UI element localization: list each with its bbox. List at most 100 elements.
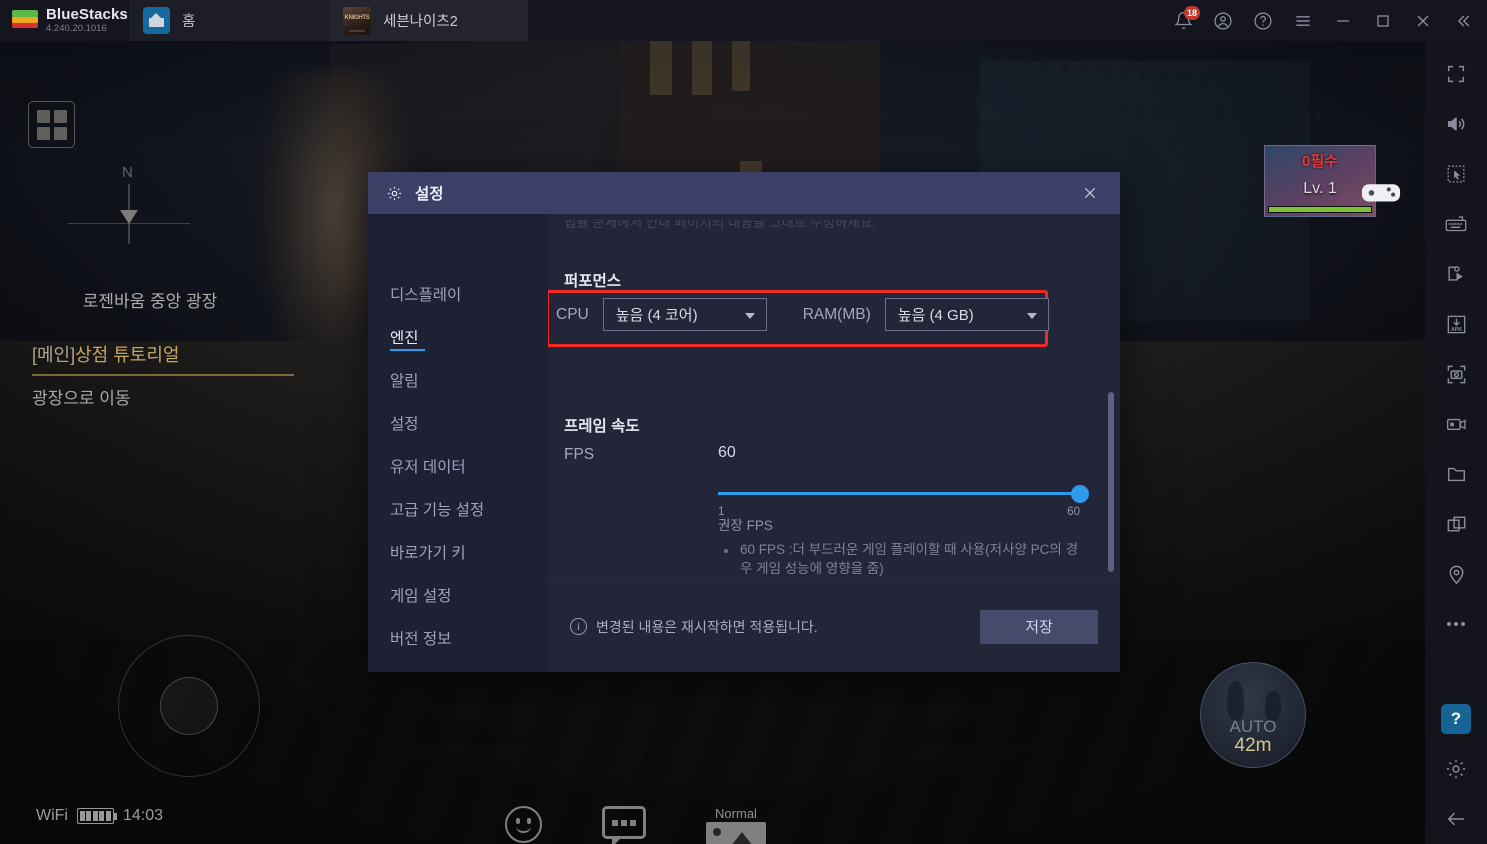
quest-tracker[interactable]: [메인]상점 튜토리얼 광장으로 이동 [32, 341, 294, 409]
tab-game-label: 세븐나이츠2 [383, 14, 458, 30]
location-name: 로젠바움 중앙 광장 [82, 292, 218, 311]
content-scrollbar[interactable] [1108, 392, 1114, 572]
ram-label: RAM(MB) [802, 305, 871, 323]
sidebar-item-label: 알림 [390, 372, 419, 390]
game-menu-grid-icon[interactable] [28, 101, 75, 148]
device-statusbar: WiFi 14:03 [36, 807, 163, 825]
dialog-body: 디스플레이 엔진 알림 설정 유저 데이터 고급 기능 설정 바로가기 키 게임… [368, 214, 1120, 672]
notification-badge: 18 [1184, 6, 1201, 20]
location-icon[interactable] [1425, 549, 1487, 599]
sidebar-item-preferences[interactable]: 설정 [368, 401, 548, 444]
fps-value: 60 [718, 444, 736, 461]
scrollbar-thumb[interactable] [1108, 392, 1114, 572]
recommended-fps-title: 권장 FPS [718, 518, 773, 533]
restart-notice: i 변경된 내용은 재시작하면 적용됩니다. [570, 617, 818, 637]
virtual-joystick-knob[interactable] [160, 677, 218, 735]
cpu-label: CPU [556, 305, 589, 323]
account-button[interactable] [1203, 0, 1243, 41]
settings-gear-icon[interactable] [1425, 744, 1487, 794]
portrait-hp-bar [1268, 206, 1372, 213]
restart-notice-text: 변경된 내용은 재시작하면 적용됩니다. [596, 618, 818, 635]
notifications-button[interactable]: 18 [1163, 0, 1203, 41]
filter-label: Normal [715, 806, 757, 821]
sidebar-item-label: 고급 기능 설정 [390, 501, 485, 519]
collapse-sidebar-button[interactable] [1443, 0, 1483, 41]
sidebar-item-label: 유저 데이터 [390, 458, 466, 476]
auto-move-button[interactable]: AUTO 42m [1200, 662, 1306, 768]
chat-icon[interactable] [602, 806, 646, 844]
cpu-selected-value: 높음 (4 코어) [615, 307, 698, 324]
install-apk-icon[interactable]: APK [1425, 299, 1487, 349]
auto-label: AUTO [1229, 717, 1277, 737]
app-version: 4.240.20.1016 [46, 23, 107, 35]
quest-divider [32, 374, 294, 376]
clock-label: 14:03 [122, 807, 164, 824]
sidebar-item-shortcuts[interactable]: 바로가기 키 [368, 530, 548, 573]
quest-tag: [메인] [32, 345, 76, 365]
sidebar-item-about[interactable]: 버전 정보 [368, 616, 548, 659]
fps-slider[interactable]: 1 60 [718, 484, 1089, 518]
folder-icon[interactable] [1425, 449, 1487, 499]
dialog-titlebar: 설정 [368, 172, 1120, 214]
close-button[interactable] [1403, 0, 1443, 41]
sidebar-item-label: 게임 설정 [390, 587, 452, 605]
fullscreen-icon[interactable] [1425, 49, 1487, 99]
fps-slider-knob[interactable] [1071, 484, 1089, 503]
dialog-content: 법률 문제에서 안내 페이지의 내용을 그대로 수정하세요. 퍼포먼스 CPU … [548, 214, 1120, 672]
tab-home[interactable]: 홈 [130, 0, 330, 41]
sidebar-item-game-settings[interactable]: 게임 설정 [368, 573, 548, 616]
multi-instance-icon[interactable] [1425, 499, 1487, 549]
tab-game[interactable]: KNIGHTS netmarble 세븐나이츠2 [330, 0, 528, 41]
compass-north-label: N [122, 164, 133, 181]
list-item: 60 FPS :더 부드러운 게임 플레이할 때 사용(저사양 PC의 경우 게… [718, 540, 1078, 578]
screenshot-icon[interactable] [1425, 349, 1487, 399]
window-controls: 18 [1163, 0, 1487, 41]
thumbnail-publisher: netmarble [349, 28, 365, 33]
portrait-tag: 0필수 [1302, 153, 1338, 170]
fps-slider-track [718, 492, 1080, 495]
thumbnail-title: KNIGHTS [344, 14, 370, 21]
bluestacks-logo: BlueStacks 4.240.20.1016 [0, 0, 130, 41]
performance-section-title: 퍼포먼스 [564, 273, 622, 290]
fps-label: FPS [564, 446, 595, 463]
menu-button[interactable] [1283, 0, 1323, 41]
volume-icon[interactable] [1425, 99, 1487, 149]
more-icon[interactable] [1425, 599, 1487, 649]
help-button[interactable] [1243, 0, 1283, 41]
sidebar-item-user-data[interactable]: 유저 데이터 [368, 444, 548, 487]
graphics-filter-control[interactable]: Normal [706, 806, 766, 844]
home-icon [143, 7, 170, 34]
ram-select[interactable]: 높음 (4 GB) [884, 298, 1049, 331]
battery-icon [76, 808, 117, 824]
dialog-close-icon[interactable] [1072, 175, 1108, 211]
titlebar-spacer [528, 0, 1163, 41]
keyboard-icon[interactable] [1425, 199, 1487, 249]
dialog-title: 설정 [415, 186, 444, 203]
help-icon[interactable]: ? [1425, 694, 1487, 744]
portrait-level: Lv. 1 [1303, 180, 1337, 197]
performance-row: CPU 높음 (4 코어) RAM(MB) 높음 (4 GB) [556, 298, 1049, 331]
dialog-footer: i 변경된 내용은 재시작하면 적용됩니다. 저장 [548, 580, 1120, 672]
emoji-icon[interactable] [505, 806, 542, 843]
quest-title: [메인]상점 튜토리얼 [32, 341, 294, 367]
ram-selected-value: 높음 (4 GB) [897, 307, 974, 324]
sidebar-item-notification[interactable]: 알림 [368, 358, 548, 401]
svg-text:APK: APK [1451, 327, 1462, 333]
sidebar-item-engine[interactable]: 엔진 [368, 315, 548, 358]
macro-icon[interactable] [1425, 249, 1487, 299]
sidebar-item-advanced[interactable]: 고급 기능 설정 [368, 487, 548, 530]
sidebar-item-display[interactable]: 디스플레이 [368, 272, 548, 315]
tab-home-label: 홈 [182, 14, 196, 30]
back-arrow-icon[interactable] [1425, 794, 1487, 844]
bluestacks-stack-icon [12, 9, 38, 33]
cpu-select[interactable]: 높음 (4 코어) [602, 298, 767, 331]
minimize-button[interactable] [1323, 0, 1363, 41]
save-button[interactable]: 저장 [980, 609, 1098, 644]
game-bottom-hud: Normal [505, 806, 766, 844]
record-icon[interactable] [1425, 399, 1487, 449]
clipped-scrolled-text: 법률 문제에서 안내 페이지의 내용을 그대로 수정하세요. [564, 220, 876, 230]
maximize-button[interactable] [1363, 0, 1403, 41]
auto-distance: 42m [1234, 735, 1272, 757]
multi-select-icon[interactable] [1425, 149, 1487, 199]
bluestacks-sidebar: APK ? [1425, 41, 1487, 844]
